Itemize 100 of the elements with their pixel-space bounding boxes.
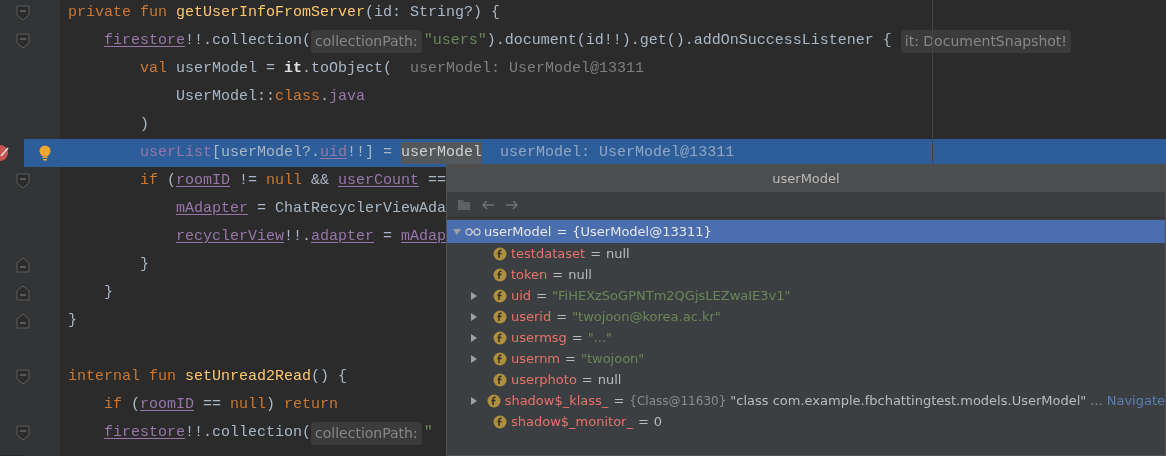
code-token: () { — [311, 366, 348, 387]
tree-row[interactable]: userModel = {UserModel@13311} — [447, 220, 1165, 243]
expand-arrow-icon[interactable] — [469, 353, 479, 364]
fold-icon[interactable] — [16, 5, 30, 21]
code-token: == — [202, 394, 223, 415]
tree-row[interactable]: usernm = "twojoon" — [447, 348, 1165, 369]
code-token: !!.collection( — [185, 30, 312, 51]
inline-value: userModel: UserModel@13311 — [500, 142, 735, 163]
type-hint: {Class@11630} — [629, 392, 727, 410]
field-icon — [493, 246, 507, 261]
code-token: userModel — [401, 141, 483, 165]
field-name: userphoto — [511, 370, 577, 389]
field-icon — [493, 351, 507, 366]
code-token: !!] = — [347, 142, 394, 163]
tree-row[interactable]: shadow$_monitor_ = 0 — [447, 411, 1165, 432]
code-token: "users" — [423, 30, 487, 51]
equals-sign: = — [552, 265, 564, 284]
code-token: ).document(id!!).get().addOnSuccessListener { — [486, 30, 893, 51]
code-token: (id: String?) { — [365, 2, 501, 23]
tree-row[interactable]: shadow$_klass_ = {Class@11630} "class com.example.fbchattingtest.models.UserModel" ... Navigate — [447, 390, 1165, 411]
fold-icon[interactable] — [16, 425, 30, 441]
expand-arrow-icon[interactable] — [469, 332, 479, 343]
code-token: recyclerView — [176, 226, 285, 247]
tree-row[interactable]: userphoto = null — [447, 369, 1165, 390]
forward-arrow-icon[interactable] — [505, 198, 519, 211]
field-name: token — [511, 265, 548, 284]
code-token: if — [140, 170, 159, 191]
code-token: } — [104, 282, 113, 303]
code-token: setUnread2Read — [185, 366, 312, 387]
breakpoint-icon[interactable] — [0, 144, 9, 162]
code-token: mAdapter — [176, 198, 248, 219]
field-name: usernm — [511, 349, 561, 368]
fold-icon[interactable] — [16, 257, 30, 273]
field-value: "twojoon" — [580, 349, 645, 368]
code-token: firestore — [104, 30, 185, 51]
collapse-arrow-icon[interactable] — [452, 226, 462, 237]
fold-icon[interactable] — [16, 285, 30, 301]
equals-sign: = — [613, 391, 625, 410]
field-value: null — [568, 265, 592, 284]
code-token: [userModel?. — [212, 142, 321, 163]
code-token: ( — [131, 394, 141, 415]
code-token: return — [284, 394, 339, 415]
tree-row[interactable]: testdataset = null — [447, 243, 1165, 264]
code-token: && — [311, 170, 331, 191]
fold-icon[interactable] — [16, 369, 30, 385]
equals-sign: = — [556, 307, 568, 326]
tree-row[interactable]: userid = "twojoon@korea.ac.kr" — [447, 306, 1165, 327]
code-token: userList — [140, 142, 212, 163]
code-token: !!.collection( — [185, 422, 312, 443]
expand-arrow-icon[interactable] — [469, 395, 479, 406]
field-value: "class com.example.fbchattingtest.models.UserModel" — [730, 391, 1087, 410]
parameter-hint: it: DocumentSnapshot! — [900, 29, 1071, 53]
code-token: mAdap — [401, 226, 447, 247]
back-arrow-icon[interactable] — [481, 198, 495, 211]
folder-icon[interactable] — [457, 197, 471, 212]
code-token: null — [266, 170, 304, 191]
expand-arrow-icon[interactable] — [469, 311, 479, 322]
tree-row[interactable]: usermsg = "..." — [447, 327, 1165, 348]
code-token: private fun — [68, 2, 169, 23]
code-token: } — [68, 310, 77, 331]
expand-arrow-icon[interactable] — [469, 290, 479, 301]
code-token: = ChatRecyclerViewAda — [256, 198, 447, 219]
code-token: adapter — [311, 226, 375, 247]
field-icon — [493, 309, 507, 324]
code-token: if — [104, 394, 123, 415]
field-value: 0 — [653, 412, 663, 431]
popup-title: userModel — [772, 169, 840, 188]
code-token: . — [320, 86, 330, 107]
code-token: ) — [266, 394, 277, 415]
code-token: null — [230, 394, 267, 415]
field-icon — [486, 393, 501, 408]
tree-row[interactable]: token = null — [447, 264, 1165, 285]
fold-icon[interactable] — [16, 173, 30, 189]
code-token: getUserInfoFromServer — [176, 2, 366, 23]
equals-sign: = — [556, 222, 568, 241]
code-token: firestore — [104, 422, 185, 443]
code-token: != — [238, 170, 259, 191]
field-name: shadow$_monitor_ — [511, 412, 633, 431]
code-token: ) — [140, 114, 149, 135]
equals-sign: = — [581, 370, 593, 389]
field-name: uid — [511, 286, 532, 305]
ellipsis: ... — [1090, 391, 1103, 410]
equals-sign: = — [637, 412, 649, 431]
field-icon — [493, 267, 507, 282]
equals-sign: = — [565, 349, 576, 368]
lightbulb-icon[interactable] — [39, 145, 51, 161]
code-token: it — [284, 58, 303, 79]
field-icon — [493, 330, 507, 345]
code-token: class — [275, 86, 321, 107]
fold-icon[interactable] — [16, 33, 30, 49]
equals-sign: = — [571, 328, 583, 347]
code-token: = — [382, 226, 394, 247]
code-token: ( — [167, 170, 177, 191]
code-token: roomID — [140, 394, 195, 415]
field-icon — [493, 372, 507, 387]
tree-row[interactable]: uid = "FiHEXzSoGPNTm2QGjsLEZwaIE3v1" — [447, 285, 1165, 306]
fold-icon[interactable] — [16, 313, 30, 329]
field-value: "twojoon@korea.ac.kr" — [572, 307, 721, 326]
code-token: == — [427, 170, 447, 191]
code-token: val — [140, 58, 168, 79]
